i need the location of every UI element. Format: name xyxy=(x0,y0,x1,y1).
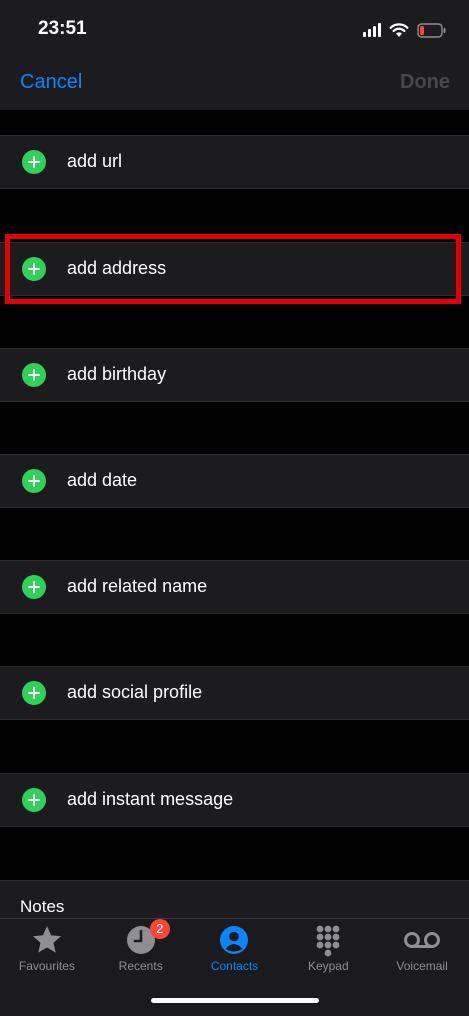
star-icon xyxy=(32,926,61,953)
add-plus-icon[interactable] xyxy=(22,150,46,174)
add-plus-icon[interactable] xyxy=(22,575,46,599)
add-instant-message-row[interactable]: add instant message xyxy=(0,773,469,827)
status-bar: 23:51 xyxy=(0,0,469,62)
tab-label: Favourites xyxy=(18,959,75,973)
row-label: add date xyxy=(67,470,138,490)
row-label: add address xyxy=(67,258,167,278)
add-plus-icon[interactable] xyxy=(22,469,46,493)
notes-field[interactable]: Notes xyxy=(0,880,469,921)
add-social-profile-row[interactable]: add social profile xyxy=(0,666,469,720)
status-time: 23:51 xyxy=(38,18,87,39)
add-plus-icon[interactable] xyxy=(22,788,46,812)
row-label: add related name xyxy=(67,576,208,596)
row-label: add birthday xyxy=(67,364,167,384)
add-plus-icon[interactable] xyxy=(22,681,46,705)
tab-favourites[interactable]: Favourites xyxy=(0,919,94,989)
home-indicator[interactable] xyxy=(151,998,319,1003)
add-related-name-row[interactable]: add related name xyxy=(0,560,469,614)
battery-low-icon xyxy=(417,22,447,38)
voicemail-icon xyxy=(404,932,441,948)
tab-label: Voicemail xyxy=(396,959,448,973)
row-label: add url xyxy=(67,151,123,171)
recents-badge: 2 xyxy=(149,919,170,939)
add-birthday-row[interactable]: add birthday xyxy=(0,348,469,402)
tab-label: Contacts xyxy=(210,959,259,973)
nav-bar: Cancel Done xyxy=(0,62,469,110)
tab-voicemail[interactable]: Voicemail xyxy=(375,919,469,989)
signal-icon xyxy=(363,23,381,37)
row-label: add social profile xyxy=(67,682,203,702)
tab-label: Keypad xyxy=(307,959,349,973)
add-date-row[interactable]: add date xyxy=(0,454,469,508)
add-address-row[interactable]: add address xyxy=(0,242,469,296)
person-circle-icon xyxy=(220,926,249,954)
add-url-row[interactable]: add url xyxy=(0,135,469,189)
row-label: add instant message xyxy=(67,789,234,809)
tab-keypad[interactable]: Keypad xyxy=(281,919,375,989)
done-button[interactable]: Done xyxy=(400,71,450,94)
cancel-button[interactable]: Cancel xyxy=(20,71,82,94)
wifi-icon xyxy=(389,22,409,38)
add-plus-icon[interactable] xyxy=(22,257,46,281)
notes-label: Notes xyxy=(20,897,65,916)
tab-label: Recents xyxy=(118,959,163,973)
add-plus-icon[interactable] xyxy=(22,363,46,387)
status-icons xyxy=(363,20,447,40)
keypad-icon xyxy=(316,925,340,957)
tab-contacts[interactable]: Contacts xyxy=(188,919,282,989)
tab-recents[interactable]: 2 Recents xyxy=(94,919,188,989)
